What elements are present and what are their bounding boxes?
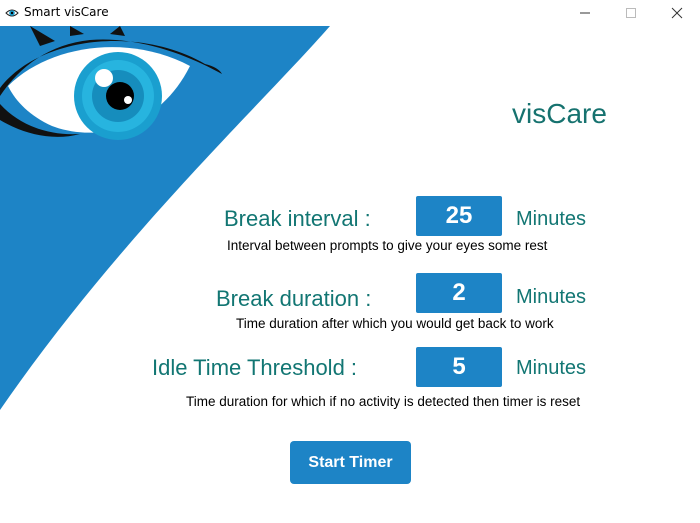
app-window: visCare Break interval : 25 Minutes Inte… — [0, 26, 700, 523]
idle-threshold-description: Time duration for which if no activity i… — [186, 394, 581, 409]
break-duration-field[interactable]: 2 — [416, 273, 502, 313]
break-duration-unit: Minutes — [516, 286, 587, 308]
close-icon[interactable] — [654, 0, 700, 26]
app-title: visCare — [512, 98, 607, 129]
eye-icon — [5, 6, 19, 20]
idle-threshold-unit: Minutes — [516, 357, 587, 379]
minimize-icon[interactable] — [562, 0, 608, 26]
break-interval-field[interactable]: 25 — [416, 196, 502, 236]
title-bar: Smart visCare — [0, 0, 700, 26]
idle-threshold-field[interactable]: 5 — [416, 347, 502, 387]
break-duration-label: Break duration : — [216, 286, 372, 311]
break-interval-unit: Minutes — [516, 208, 587, 230]
break-interval-label: Break interval : — [224, 206, 371, 231]
maximize-icon[interactable] — [608, 0, 654, 26]
window-title: Smart visCare — [24, 5, 109, 19]
start-timer-button[interactable]: Start Timer — [290, 441, 411, 484]
idle-threshold-label: Idle Time Threshold : — [152, 355, 358, 380]
break-interval-description: Interval between prompts to give your ey… — [227, 238, 548, 253]
break-duration-description: Time duration after which you would get … — [236, 316, 554, 331]
